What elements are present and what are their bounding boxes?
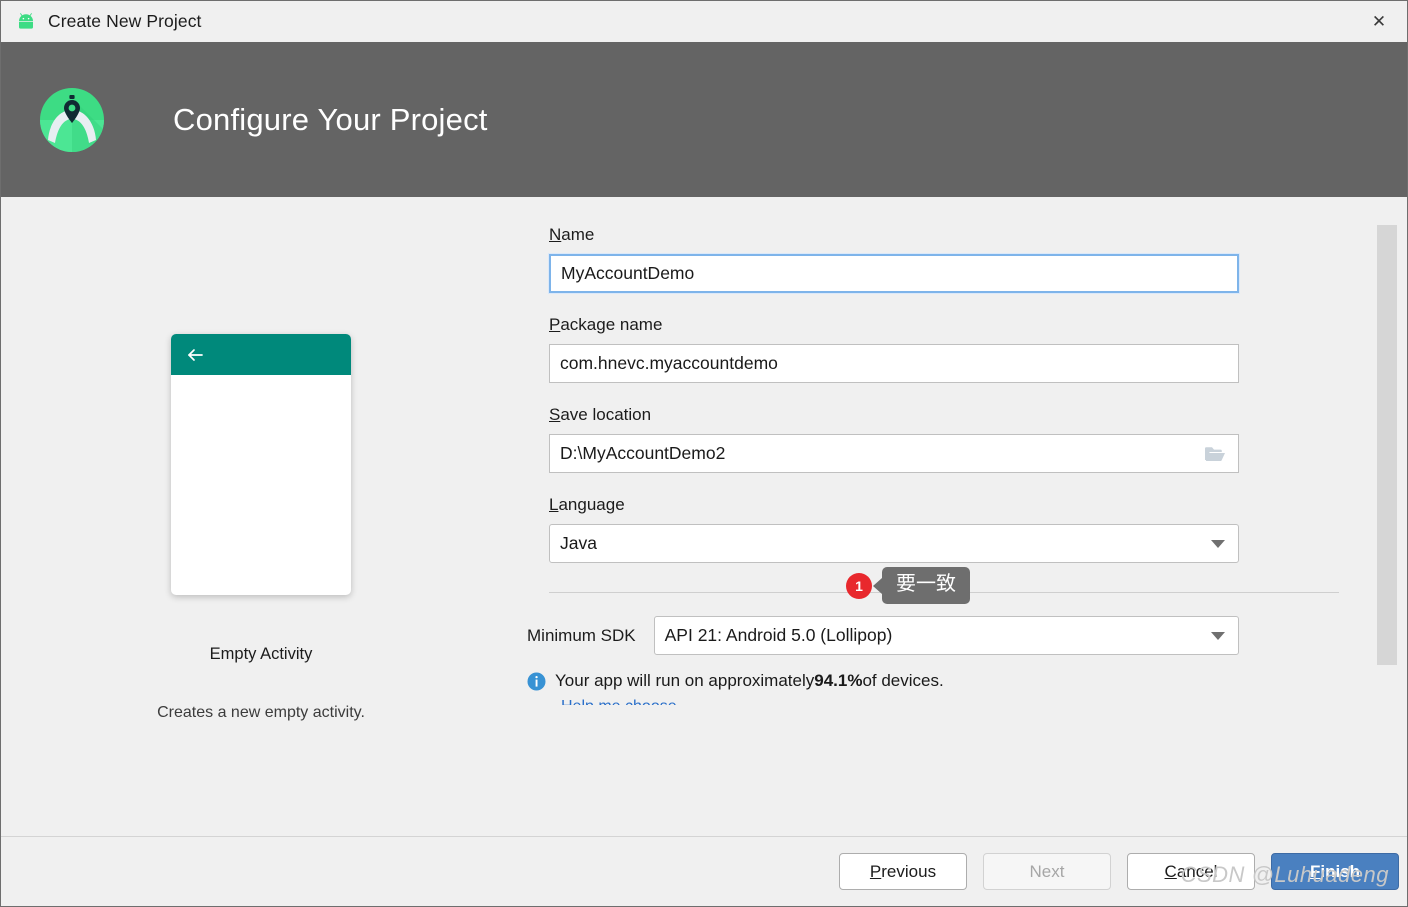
- create-new-project-dialog: Create New Project ✕ Configure Your Proj…: [0, 0, 1408, 907]
- template-name: Empty Activity: [209, 645, 313, 663]
- window-title: Create New Project: [48, 11, 202, 31]
- cancel-button[interactable]: Cancel: [1127, 853, 1255, 890]
- chevron-down-icon: [1211, 631, 1225, 640]
- language-value: Java: [560, 533, 597, 553]
- sdk-note-percent: 94.1%: [814, 671, 863, 690]
- language-dropdown[interactable]: Java: [549, 524, 1239, 563]
- close-icon[interactable]: ✕: [1351, 1, 1407, 42]
- field-minimum-sdk: Minimum SDK API 21: Android 5.0 (Lollipo…: [527, 616, 1239, 655]
- language-label-rest: anguage: [558, 495, 625, 514]
- minimum-sdk-value: API 21: Android 5.0 (Lollipop): [664, 625, 893, 645]
- sdk-note-prefix: Your app will run on approximately: [555, 671, 815, 690]
- name-input-value: MyAccountDemo: [561, 263, 695, 283]
- template-appbar: [171, 334, 351, 375]
- android-robot-icon: [15, 11, 37, 33]
- info-icon: [527, 672, 546, 691]
- field-package-name: Package name com.hnevc.myaccountdemo: [549, 315, 1239, 383]
- dialog-body: Empty Activity Creates a new empty activ…: [1, 197, 1407, 836]
- page-title: Configure Your Project: [173, 101, 488, 137]
- package-name-label: Package name: [549, 315, 662, 335]
- name-label-rest: ame: [561, 225, 595, 244]
- field-save-location: Save location D:\MyAccountDemo2: [549, 405, 1239, 473]
- package-name-label-mnemonic: P: [549, 315, 561, 334]
- template-preview-panel: Empty Activity Creates a new empty activ…: [1, 197, 521, 836]
- android-studio-logo: [36, 84, 108, 156]
- cancel-button-mnemonic: C: [1164, 861, 1177, 881]
- template-thumbnail: [171, 334, 351, 595]
- next-button: Next: [983, 853, 1111, 890]
- template-description: Creates a new empty activity.: [157, 704, 365, 721]
- previous-button-mnemonic: P: [869, 861, 882, 881]
- minimum-sdk-label: Minimum SDK: [527, 625, 636, 645]
- field-language: Language Java: [549, 495, 1239, 563]
- sdk-device-note: Your app will run on approximately 94.1%…: [527, 671, 1407, 691]
- annotation-badge: 1: [846, 572, 872, 599]
- save-location-label-mnemonic: S: [549, 405, 561, 424]
- sdk-note-suffix: of devices.: [862, 671, 944, 690]
- name-label-mnemonic: N: [549, 225, 562, 244]
- field-name: Name MyAccountDemo: [548, 225, 1240, 294]
- annotation-text: 要一致: [882, 567, 970, 604]
- back-arrow-icon: [185, 345, 205, 365]
- save-location-input[interactable]: D:\MyAccountDemo2: [549, 434, 1239, 473]
- save-location-label: Save location: [549, 405, 651, 425]
- save-location-label-rest: ave location: [560, 405, 652, 424]
- previous-button[interactable]: Previous: [839, 853, 967, 890]
- minimum-sdk-dropdown[interactable]: API 21: Android 5.0 (Lollipop): [653, 616, 1239, 655]
- annotation-arrow-icon: [873, 577, 882, 594]
- name-label: Name: [549, 225, 594, 245]
- package-name-input[interactable]: com.hnevc.myaccountdemo: [549, 344, 1239, 383]
- name-input[interactable]: MyAccountDemo: [548, 253, 1240, 294]
- form-scrollbar-thumb[interactable]: [1377, 225, 1397, 665]
- header-band: Configure Your Project: [1, 42, 1407, 197]
- cancel-button-label: ancel: [1176, 861, 1218, 881]
- finish-button-mnemonic: F: [1309, 861, 1321, 881]
- folder-icon[interactable]: [1204, 445, 1226, 463]
- help-me-choose-link[interactable]: Help me choose: [561, 698, 691, 705]
- project-form: Name MyAccountDemo Package name com.hnev…: [521, 197, 1407, 836]
- package-name-label-rest: ackage name: [560, 315, 663, 334]
- language-label: Language: [549, 495, 625, 515]
- dialog-footer: Previous Next Cancel Finish: [1, 836, 1407, 906]
- previous-button-label: revious: [881, 861, 937, 881]
- finish-button[interactable]: Finish: [1271, 853, 1399, 890]
- titlebar: Create New Project ✕: [1, 1, 1407, 42]
- form-scrollbar[interactable]: [1376, 197, 1398, 836]
- package-name-input-value: com.hnevc.myaccountdemo: [560, 353, 778, 373]
- finish-button-label: inish: [1320, 861, 1361, 881]
- save-location-input-value: D:\MyAccountDemo2: [560, 443, 726, 463]
- annotation-callout: 1 要一致: [846, 567, 970, 604]
- chevron-down-icon: [1211, 539, 1225, 548]
